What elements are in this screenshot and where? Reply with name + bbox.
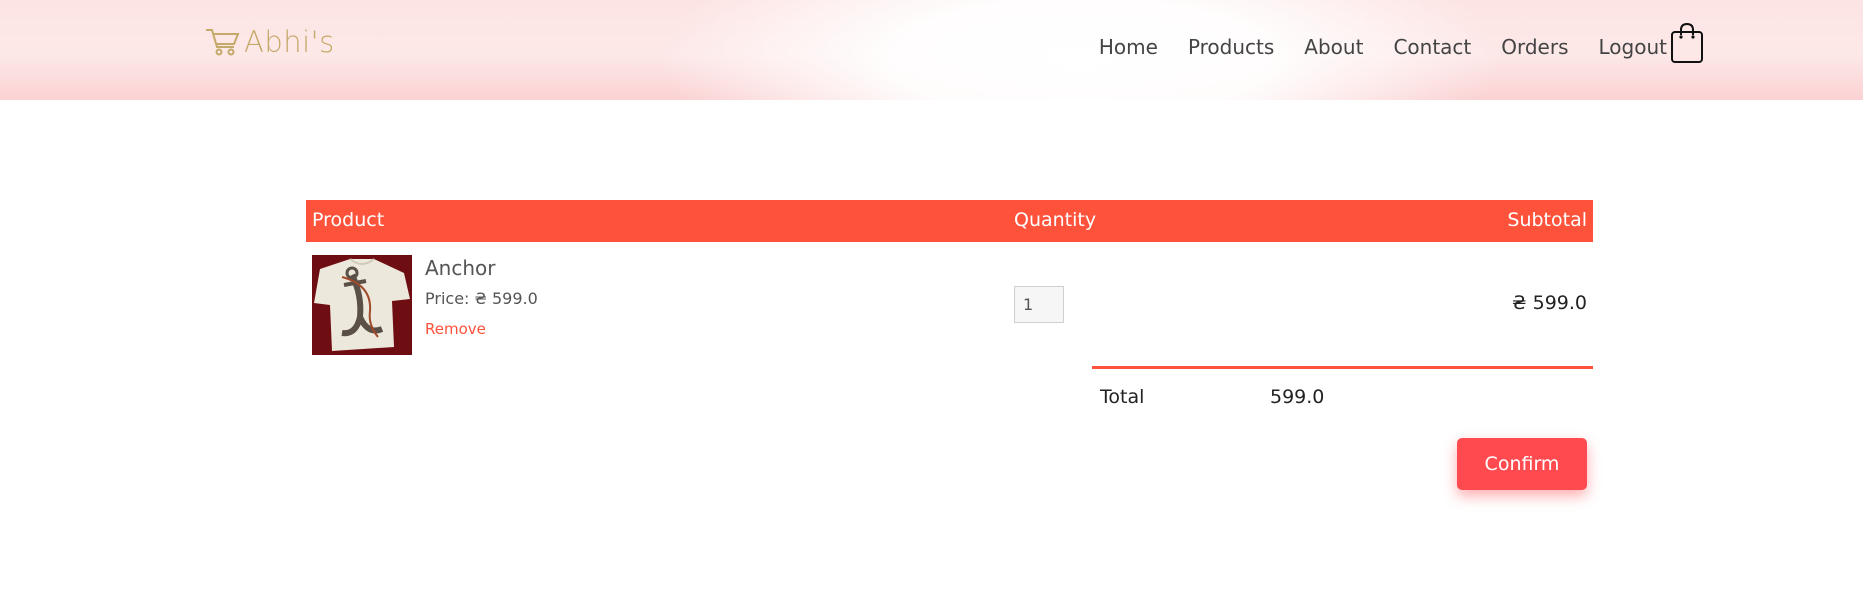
brand-name: Abhi's [244,25,335,59]
cart-table: Product Quantity Subtotal Anchor Price: … [306,200,1593,360]
nav-home[interactable]: Home [1099,35,1158,59]
nav-products[interactable]: Products [1188,35,1274,59]
row-subtotal: ₴ 599.0 [1511,292,1587,314]
table-row: Anchor Price: ₴ 599.0 Remove ₴ 599.0 [306,242,1593,360]
table-header: Product Quantity Subtotal [306,200,1593,242]
nav-about[interactable]: About [1304,35,1363,59]
brand-logo[interactable]: Abhi's [204,22,335,62]
header-quantity: Quantity [1014,209,1097,231]
confirm-button[interactable]: Confirm [1457,438,1587,490]
quantity-input[interactable] [1014,286,1064,323]
header: Abhi's Home Products About Contact Order… [0,0,1863,100]
product-image [312,255,412,355]
total-value: 599.0 [1270,386,1325,408]
header-product: Product [312,209,385,231]
total-summary: Total 599.0 [1092,366,1593,408]
product-name: Anchor [425,256,496,280]
nav-orders[interactable]: Orders [1501,35,1568,59]
remove-link[interactable]: Remove [425,320,486,338]
total-label: Total [1100,386,1145,408]
main-nav: Home Products About Contact Orders Logou… [1099,26,1667,68]
shopping-bag-icon[interactable] [1670,22,1704,64]
header-subtotal: Subtotal [1507,209,1587,231]
nav-logout[interactable]: Logout [1599,35,1667,59]
nav-contact[interactable]: Contact [1393,35,1471,59]
product-price: Price: ₴ 599.0 [425,289,538,308]
cart-icon [206,29,240,56]
